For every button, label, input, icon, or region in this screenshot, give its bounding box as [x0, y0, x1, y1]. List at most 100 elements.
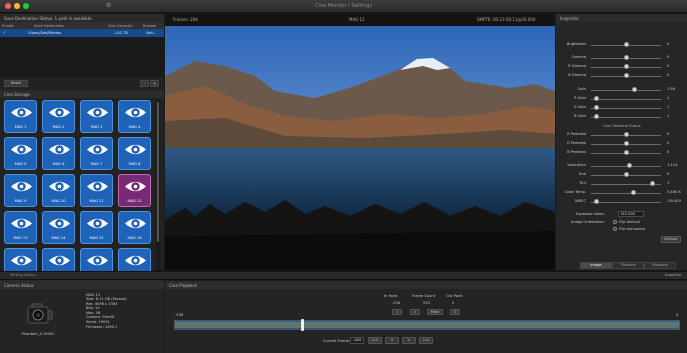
- goto-in-point-button[interactable]: >: [410, 309, 420, 315]
- window-title: Cine Monitor / Settings: [314, 3, 373, 9]
- frame-count-value: 533: [423, 301, 430, 305]
- tab-image[interactable]: Image: [580, 262, 612, 269]
- slider-row: Hue 0: [556, 171, 687, 179]
- slider-knob[interactable]: [594, 199, 600, 204]
- inspector-toggle-button[interactable]: Inspector: [662, 273, 684, 279]
- eye-icon: [87, 144, 108, 155]
- slider-track[interactable]: [591, 107, 661, 109]
- eye-icon: [49, 218, 70, 229]
- eye-icon: [87, 107, 108, 118]
- play-button[interactable]: >: [402, 337, 416, 344]
- slider-knob[interactable]: [624, 141, 629, 146]
- set-in-point-button[interactable]: I: [392, 309, 402, 315]
- slider-row: R Gain 1: [556, 95, 687, 103]
- default-button[interactable]: Default: [661, 236, 681, 243]
- slider-track[interactable]: [591, 116, 661, 118]
- slider-knob[interactable]: [624, 55, 629, 60]
- mag-tile[interactable]: MAG 1: [4, 100, 37, 133]
- slider-knob[interactable]: [627, 163, 633, 168]
- camera-info: Size: 8.11 GB (Packed) Res: 4096 x 2304 …: [86, 297, 127, 329]
- slider-label: R Gamma: [568, 64, 586, 68]
- mag-tile[interactable]: MAG 8: [118, 137, 151, 170]
- mag-tile[interactable]: MAG 20: [118, 248, 151, 272]
- frames-label: Frames: 284: [173, 17, 198, 22]
- mark-button[interactable]: Mark: [427, 309, 443, 315]
- mag-tile[interactable]: MAG 19: [80, 248, 113, 272]
- slider-track[interactable]: [591, 201, 661, 203]
- in-point-value: -534: [392, 301, 401, 305]
- timeline-end-value: 0: [676, 313, 679, 317]
- storage-scroll-thumb[interactable]: [157, 102, 159, 242]
- mag-tile[interactable]: MAG 6: [42, 137, 75, 170]
- camera-icon: [24, 299, 54, 329]
- slider-knob[interactable]: [594, 105, 600, 110]
- slider-track[interactable]: [591, 89, 661, 91]
- step-back-button[interactable]: <: [385, 337, 399, 344]
- slider-track[interactable]: [591, 98, 661, 100]
- mag-tile[interactable]: MAG 4: [118, 100, 151, 133]
- slider-label: Tint: [579, 181, 586, 185]
- eye-icon: [87, 255, 108, 266]
- column-enable[interactable]: Enable: [2, 24, 14, 28]
- slider-knob[interactable]: [624, 132, 629, 137]
- slider-track[interactable]: [591, 192, 661, 194]
- mag-tile[interactable]: MAG 12: [118, 174, 151, 207]
- mag-tile[interactable]: MAG 3: [80, 100, 113, 133]
- slider-value: 0: [667, 64, 670, 68]
- slider-knob[interactable]: [624, 150, 629, 155]
- mag-tile[interactable]: MAG 18: [42, 248, 75, 272]
- destination-row[interactable]: ✓ /Users/Seb/Movies 1.82 TB Selt...: [0, 29, 164, 37]
- slider-value: 1: [667, 105, 670, 109]
- flip-vertical-radio[interactable]: [613, 220, 617, 224]
- destination-capacity: 1.82 TB: [114, 30, 128, 35]
- tab-playback[interactable]: Playback: [644, 262, 676, 269]
- mag-tile[interactable]: MAG 2: [42, 100, 75, 133]
- slider-track[interactable]: [591, 165, 661, 167]
- eye-icon: [49, 181, 70, 192]
- flip-horizontal-radio[interactable]: [613, 227, 617, 231]
- eye-icon: [49, 107, 70, 118]
- eye-icon: [49, 144, 70, 155]
- slider-knob[interactable]: [631, 87, 637, 92]
- tab-timeline[interactable]: Timeline: [612, 262, 644, 269]
- slider-knob[interactable]: [594, 96, 600, 101]
- mag-tile[interactable]: MAG 7: [80, 137, 113, 170]
- exposure-label: Exposure Index:: [576, 212, 605, 216]
- add-destination-button[interactable]: +: [150, 80, 159, 87]
- column-save-destination[interactable]: Save Destination: [34, 24, 65, 28]
- in-point-label: In Point: [384, 294, 398, 298]
- slider-knob[interactable]: [624, 73, 629, 78]
- mag-tile[interactable]: MAG 16: [118, 211, 151, 244]
- set-out-point-button[interactable]: O: [450, 309, 460, 315]
- enable-checkbox[interactable]: ✓: [3, 31, 6, 35]
- mag-tile[interactable]: MAG 15: [80, 211, 113, 244]
- destination-browse-button[interactable]: Selt...: [146, 31, 156, 35]
- slider-knob[interactable]: [624, 172, 629, 177]
- skip-to-start-button[interactable]: |<<: [368, 337, 382, 344]
- smpte-label: SMPTE: 00:23:58:11@30.000: [477, 17, 536, 22]
- slider-knob[interactable]: [624, 42, 629, 47]
- mag-tile[interactable]: MAG 10: [42, 174, 75, 207]
- mag-tile[interactable]: MAG 9: [4, 174, 37, 207]
- mag-tile[interactable]: MAG 17: [4, 248, 37, 272]
- slider-knob[interactable]: [594, 114, 600, 119]
- flip-horizontal-label: Flip Horizontal: [619, 227, 645, 231]
- mag-tile[interactable]: MAG 14: [42, 211, 75, 244]
- mag-tile[interactable]: MAG 11: [80, 174, 113, 207]
- slider-value: 1: [667, 96, 670, 100]
- video-preview[interactable]: [165, 26, 555, 270]
- mag-tile[interactable]: MAG 13: [4, 211, 37, 244]
- reset-button[interactable]: Reset: [4, 80, 28, 87]
- slider-knob[interactable]: [624, 64, 629, 69]
- current-frame-field[interactable]: -284: [350, 337, 364, 344]
- skip-to-end-button[interactable]: >>|: [419, 337, 433, 344]
- column-browse[interactable]: Browse: [143, 24, 156, 28]
- slider-knob[interactable]: [630, 190, 636, 195]
- exposure-index-field[interactable]: ISO 800: [618, 211, 644, 217]
- slider-knob[interactable]: [650, 181, 656, 186]
- timeline-scrub-handle[interactable]: [301, 319, 304, 331]
- slider-label: Hue: [578, 172, 586, 176]
- remove-destination-button[interactable]: -: [140, 80, 149, 87]
- mag-tile[interactable]: MAG 5: [4, 137, 37, 170]
- column-free-capacity[interactable]: Free Capacity: [108, 24, 132, 28]
